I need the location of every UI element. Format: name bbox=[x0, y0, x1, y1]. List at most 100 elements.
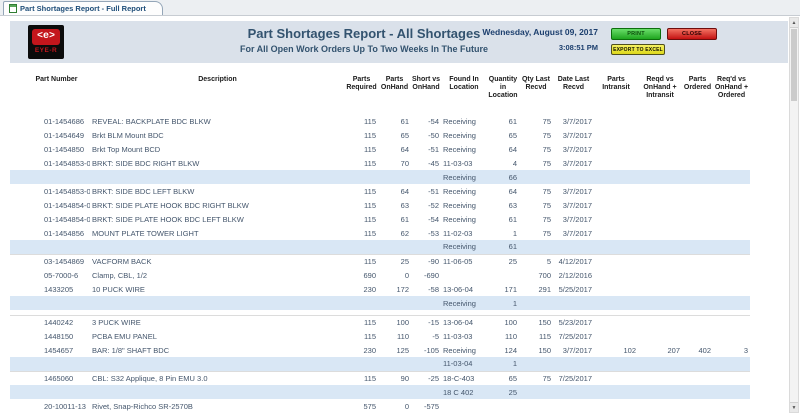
cell-qty_in_location: 124 bbox=[487, 343, 519, 357]
cell-qty_last_recvd: 75 bbox=[519, 128, 553, 142]
cell-qty_last_recvd bbox=[519, 399, 553, 413]
cell-qty_last_recvd bbox=[519, 170, 553, 184]
report-tab[interactable]: Part Shortages Report - Full Report bbox=[3, 1, 163, 15]
vertical-scrollbar[interactable]: ▲ ▼ bbox=[789, 17, 799, 413]
cell-qty_in_location: 25 bbox=[487, 385, 519, 399]
cell-qty_in_location: 61 bbox=[487, 114, 519, 128]
cell-reqd_vs_onhand_intransit bbox=[638, 114, 682, 128]
cell-description: PCBA EMU PANEL bbox=[90, 329, 345, 343]
table-row: 01-1454856MOUNT PLATE TOWER LIGHT11562-5… bbox=[10, 226, 750, 240]
cell-reqd_vs_onhand_ordered bbox=[713, 170, 750, 184]
cell-part_number bbox=[10, 296, 90, 310]
cell-description: Brkt BLM Mount BDC bbox=[90, 128, 345, 142]
cell-onhand bbox=[378, 296, 411, 310]
cell-reqd_vs_onhand_ordered bbox=[713, 268, 750, 282]
tab-bar: Part Shortages Report - Full Report bbox=[0, 0, 800, 16]
scrollbar-thumb[interactable] bbox=[791, 29, 797, 101]
col-header-required: Parts Required bbox=[345, 72, 378, 114]
cell-short bbox=[411, 240, 441, 254]
report-icon bbox=[9, 4, 17, 13]
cell-qty_in_location: 65 bbox=[487, 128, 519, 142]
cell-qty_last_recvd: 75 bbox=[519, 114, 553, 128]
cell-onhand: 64 bbox=[378, 184, 411, 198]
cell-required: 690 bbox=[345, 268, 378, 282]
cell-reqd_vs_onhand_ordered bbox=[713, 315, 750, 329]
scroll-up-icon[interactable]: ▲ bbox=[790, 18, 798, 28]
table-header: Part NumberDescriptionParts RequiredPart… bbox=[10, 72, 750, 114]
cell-description: 10 PUCK WIRE bbox=[90, 282, 345, 296]
table-row: 143320510 PUCK WIRE230172-5813-06-041712… bbox=[10, 282, 750, 296]
cell-intransit bbox=[594, 114, 638, 128]
cell-intransit bbox=[594, 329, 638, 343]
cell-ordered bbox=[682, 371, 713, 385]
cell-ordered bbox=[682, 142, 713, 156]
cell-location: Receiving bbox=[441, 114, 487, 128]
cell-ordered bbox=[682, 128, 713, 142]
report-date: Wednesday, August 09, 2017 bbox=[482, 27, 598, 37]
cell-description: MOUNT PLATE TOWER LIGHT bbox=[90, 226, 345, 240]
cell-reqd_vs_onhand_ordered bbox=[713, 329, 750, 343]
cell-required: 115 bbox=[345, 184, 378, 198]
export-to-excel-button[interactable]: EXPORT TO EXCEL bbox=[611, 44, 665, 55]
cell-intransit bbox=[594, 357, 638, 371]
cell-description: CBL: S32 Applique, 8 Pin EMU 3.0 bbox=[90, 371, 345, 385]
cell-ordered bbox=[682, 282, 713, 296]
close-button[interactable]: CLOSE bbox=[667, 28, 717, 40]
cell-required: 115 bbox=[345, 212, 378, 226]
col-header-short: Short vs OnHand bbox=[411, 72, 441, 114]
cell-required: 230 bbox=[345, 343, 378, 357]
cell-intransit: 102 bbox=[594, 343, 638, 357]
cell-description: REVEAL: BACKPLATE BDC BLKW bbox=[90, 114, 345, 128]
cell-date_last_recvd: 7/25/2017 bbox=[553, 329, 594, 343]
location-subrow: Receiving61 bbox=[10, 240, 750, 254]
cell-onhand: 61 bbox=[378, 212, 411, 226]
cell-qty_in_location: 65 bbox=[487, 371, 519, 385]
cell-reqd_vs_onhand_ordered bbox=[713, 357, 750, 371]
cell-qty_in_location: 66 bbox=[487, 170, 519, 184]
cell-qty_last_recvd: 75 bbox=[519, 371, 553, 385]
print-button[interactable]: PRINT bbox=[611, 28, 661, 40]
col-header-qty_in_location: Quantity in Location bbox=[487, 72, 519, 114]
cell-required: 115 bbox=[345, 142, 378, 156]
cell-part_number bbox=[10, 357, 90, 371]
cell-part_number bbox=[10, 240, 90, 254]
cell-reqd_vs_onhand_intransit bbox=[638, 357, 682, 371]
cell-qty_last_recvd: 75 bbox=[519, 142, 553, 156]
cell-description: BRKT: SIDE PLATE HOOK BDC LEFT BLKW bbox=[90, 212, 345, 226]
cell-onhand: 0 bbox=[378, 268, 411, 282]
cell-onhand bbox=[378, 240, 411, 254]
cell-qty_last_recvd bbox=[519, 357, 553, 371]
cell-reqd_vs_onhand_intransit bbox=[638, 282, 682, 296]
cell-intransit bbox=[594, 282, 638, 296]
cell-required bbox=[345, 240, 378, 254]
cell-reqd_vs_onhand_intransit bbox=[638, 212, 682, 226]
cell-onhand: 63 bbox=[378, 198, 411, 212]
cell-reqd_vs_onhand_intransit bbox=[638, 254, 682, 268]
cell-date_last_recvd: 7/25/2017 bbox=[553, 371, 594, 385]
cell-short bbox=[411, 385, 441, 399]
cell-qty_in_location: 171 bbox=[487, 282, 519, 296]
cell-reqd_vs_onhand_intransit bbox=[638, 240, 682, 254]
cell-qty_in_location: 63 bbox=[487, 198, 519, 212]
cell-reqd_vs_onhand_ordered bbox=[713, 156, 750, 170]
cell-short: -575 bbox=[411, 399, 441, 413]
table-row: 01-1454853-02BRKT: SIDE BDC LEFT BLKW115… bbox=[10, 184, 750, 198]
cell-short: -50 bbox=[411, 128, 441, 142]
cell-reqd_vs_onhand_ordered bbox=[713, 198, 750, 212]
eyer-logo: <e> EYE-R bbox=[28, 25, 64, 59]
scroll-down-icon[interactable]: ▼ bbox=[790, 402, 798, 412]
table-row: 14402423 PUCK WIRE115100-1513-06-0410015… bbox=[10, 315, 750, 329]
col-header-date_last_recvd: Date Last Recvd bbox=[553, 72, 594, 114]
cell-qty_in_location: 64 bbox=[487, 142, 519, 156]
col-header-intransit: Parts Intransit bbox=[594, 72, 638, 114]
cell-ordered bbox=[682, 329, 713, 343]
cell-location bbox=[441, 399, 487, 413]
cell-short: -15 bbox=[411, 315, 441, 329]
table-row: 03-1454869VACFORM BACK11525-9011-06-0525… bbox=[10, 254, 750, 268]
cell-short: -51 bbox=[411, 184, 441, 198]
eyer-logo-glyph: <e> bbox=[32, 29, 60, 45]
cell-qty_in_location: 100 bbox=[487, 315, 519, 329]
cell-reqd_vs_onhand_intransit bbox=[638, 315, 682, 329]
table-row: 05-7000-6Clamp, CBL, 1/26900-6907002/12/… bbox=[10, 268, 750, 282]
cell-qty_in_location: 61 bbox=[487, 212, 519, 226]
